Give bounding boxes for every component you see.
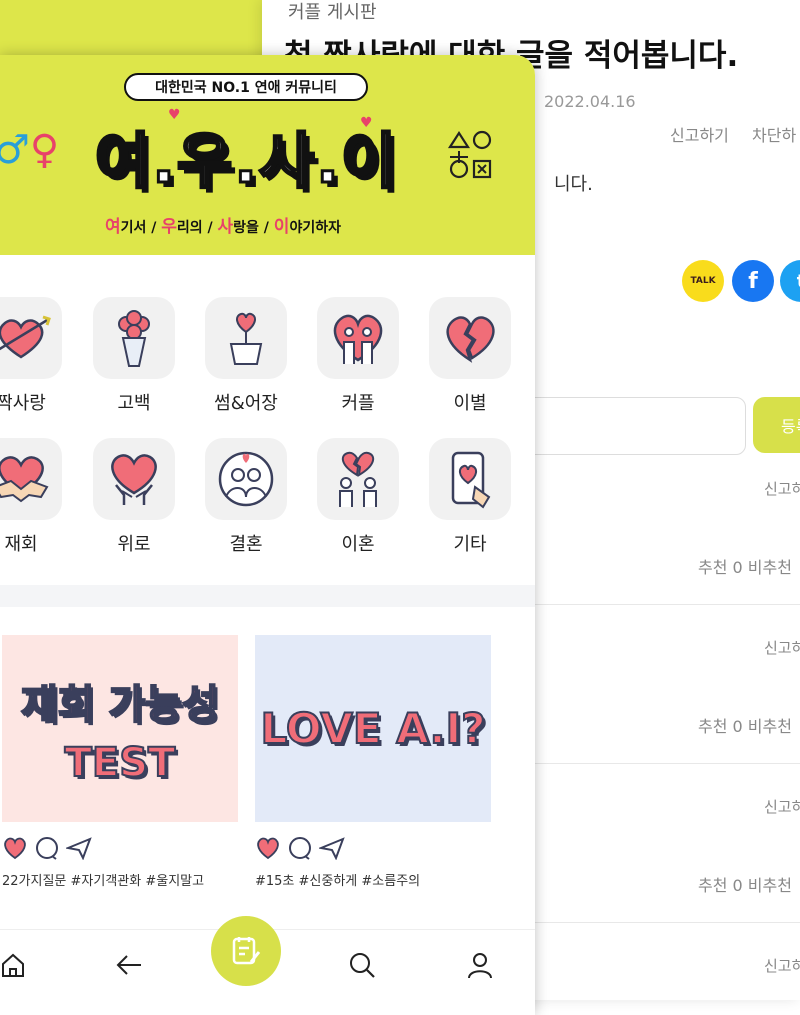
kakao-talk-icon: TALK xyxy=(690,276,716,286)
card-title: LOVE A.I? xyxy=(260,703,487,754)
comment-report-link[interactable]: 신고하 xyxy=(764,637,800,658)
write-note-icon xyxy=(232,937,261,965)
category-이혼[interactable]: 이혼 xyxy=(315,438,401,556)
wedding-couple-icon xyxy=(218,451,274,507)
board-name[interactable]: 커플 게시판 xyxy=(288,0,377,24)
couple-heart-icon xyxy=(333,314,383,364)
category-짝사랑[interactable]: 짝사랑 xyxy=(0,297,64,415)
heart-icon[interactable] xyxy=(2,836,28,860)
community-badge: 대한민국 NO.1 연애 커뮤니티 xyxy=(124,73,368,101)
twitter-share-button[interactable]: t xyxy=(780,260,800,302)
category-재회[interactable]: 재회 xyxy=(0,438,64,556)
category-고백[interactable]: 고백 xyxy=(91,297,177,415)
category-위로[interactable]: 위로 xyxy=(91,438,177,556)
category-label: 기타 xyxy=(453,534,487,555)
facebook-share-button[interactable]: f xyxy=(732,260,774,302)
content-card[interactable]: 재회 가능성 TEST 22가지질문 #자기객관화 #울지말고 xyxy=(2,635,238,889)
comment-icon[interactable] xyxy=(287,836,313,860)
mobile-app-screen: 대한민국 NO.1 연애 커뮤니티 ♂♀ ♥ ♥ 여.우.사.이 여기서 / 우… xyxy=(0,55,535,1015)
card-title: 재회 가능성 xyxy=(20,681,220,729)
app-header: 대한민국 NO.1 연애 커뮤니티 ♂♀ ♥ ♥ 여.우.사.이 여기서 / 우… xyxy=(0,55,535,255)
hands-heart-icon xyxy=(111,454,157,505)
category-label: 커플 xyxy=(341,393,375,414)
category-label: 이혼 xyxy=(341,534,375,555)
gender-symbols-icon: ♂♀ xyxy=(0,127,59,173)
user-icon xyxy=(468,953,492,979)
facebook-icon: f xyxy=(748,268,758,294)
category-grid: 짝사랑 고백 썸&어장 커플 이별 재회 위로 결혼 이혼 기타 xyxy=(0,255,535,585)
divorce-icon xyxy=(339,451,377,507)
comment-icon[interactable] xyxy=(34,836,60,860)
card-subtitle: TEST xyxy=(64,739,177,787)
shapes-menu-icon[interactable] xyxy=(446,127,494,181)
category-label: 고백 xyxy=(117,393,151,414)
search-icon xyxy=(350,953,375,978)
phone-heart-icon xyxy=(451,451,491,509)
heart-plant-icon xyxy=(229,312,263,365)
search-button[interactable] xyxy=(345,948,379,982)
category-label: 위로 xyxy=(117,534,151,555)
background-strip xyxy=(0,0,262,55)
write-post-button[interactable] xyxy=(211,916,281,986)
category-label: 결혼 xyxy=(229,534,263,555)
female-symbol: ♀ xyxy=(29,127,60,173)
home-button[interactable] xyxy=(0,948,30,982)
comment-vote[interactable]: 추천 0 비추천 xyxy=(698,554,792,578)
comment-report-link[interactable]: 신고하 xyxy=(764,955,800,976)
comment-vote[interactable]: 추천 0 비추천 xyxy=(698,872,792,896)
card-actions xyxy=(255,834,491,862)
profile-button[interactable] xyxy=(463,948,497,982)
comment-report-link[interactable]: 신고하 xyxy=(764,796,800,817)
block-link[interactable]: 차단하 xyxy=(752,122,796,146)
section-divider xyxy=(0,585,535,607)
comment-submit-button[interactable]: 등록 xyxy=(753,397,800,453)
share-send-icon[interactable] xyxy=(319,836,345,860)
heart-arrow-icon xyxy=(0,315,51,359)
bottom-navigation xyxy=(0,916,535,1015)
share-send-icon[interactable] xyxy=(66,836,92,860)
comment-report-link[interactable]: 신고하 xyxy=(764,478,800,499)
card-thumbnail[interactable]: 재회 가능성 TEST xyxy=(2,635,238,822)
male-symbol: ♂ xyxy=(0,127,30,173)
handshake-heart-icon xyxy=(0,456,49,503)
report-link[interactable]: 신고하기 xyxy=(670,122,729,146)
app-logo[interactable]: 여.우.사.이 xyxy=(93,113,398,200)
bouquet-icon xyxy=(118,310,150,367)
category-썸&어장[interactable]: 썸&어장 xyxy=(203,297,289,415)
home-icon xyxy=(2,953,24,977)
category-이별[interactable]: 이별 xyxy=(427,297,513,415)
comment-input[interactable] xyxy=(512,397,746,455)
category-결혼[interactable]: 결혼 xyxy=(203,438,289,556)
category-label: 재회 xyxy=(4,534,38,555)
heart-icon[interactable] xyxy=(255,836,281,860)
broken-heart-icon xyxy=(446,316,495,363)
card-actions xyxy=(2,834,238,862)
post-body: 니다. xyxy=(554,174,593,195)
card-thumbnail[interactable]: LOVE A.I? xyxy=(255,635,491,822)
comment-vote[interactable]: 추천 0 비추천 xyxy=(698,713,792,737)
post-date: 2022.04.16 xyxy=(544,92,636,111)
category-label: 이별 xyxy=(453,393,487,414)
arrow-left-icon xyxy=(116,955,141,975)
kakao-share-button[interactable]: TALK xyxy=(682,260,724,302)
category-기타[interactable]: 기타 xyxy=(427,438,513,556)
content-card[interactable]: LOVE A.I? #15초 #신중하게 #소름주의 xyxy=(255,635,491,889)
card-tags: 22가지질문 #자기객관화 #울지말고 xyxy=(2,874,205,889)
category-label: 썸&어장 xyxy=(214,393,278,414)
app-tagline: 여기서 / 우리의 / 사랑을 / 이야기하자 xyxy=(105,217,341,237)
card-tags: #15초 #신중하게 #소름주의 xyxy=(255,874,421,889)
category-label: 짝사랑 xyxy=(0,393,46,414)
category-커플[interactable]: 커플 xyxy=(315,297,401,415)
back-button[interactable] xyxy=(112,948,146,982)
